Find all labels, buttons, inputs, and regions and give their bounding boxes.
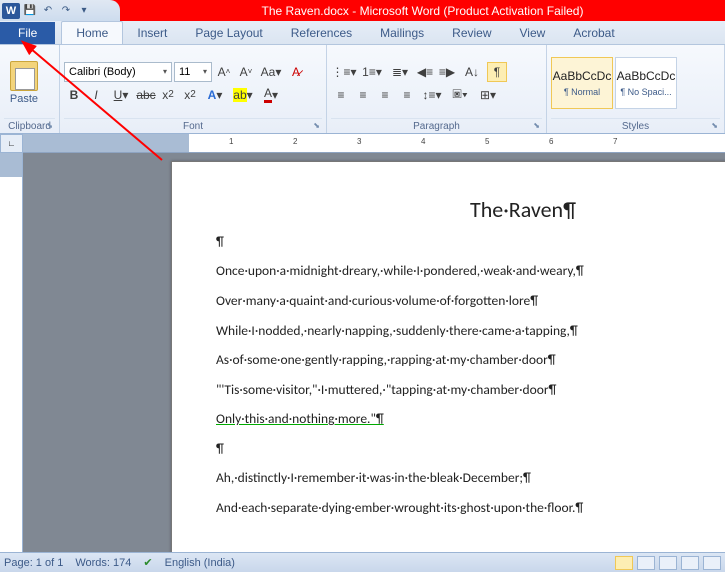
decrease-indent-button[interactable]: ◀≡ bbox=[415, 62, 435, 82]
qat-customize-icon[interactable]: ▾ bbox=[76, 3, 92, 19]
group-paragraph: ⋮≡▾ 1≡▾ ≣▾ ◀≡ ≡▶ A↓ ¶ ≡ ≡ ≡ ≡ ↕≡▾ 🞖▾ ⊞▾ bbox=[327, 45, 547, 133]
document-title: The·Raven¶ bbox=[216, 194, 725, 226]
save-icon[interactable]: 💾 bbox=[22, 3, 38, 19]
chevron-down-icon: ▾ bbox=[163, 67, 167, 76]
page[interactable]: The·Raven¶ ¶ Once·upon·a·midnight·dreary… bbox=[171, 161, 725, 552]
show-hide-marks-button[interactable]: ¶ bbox=[487, 62, 507, 82]
document-line: While·I·nodded,·nearly·napping,·suddenly… bbox=[216, 321, 725, 341]
group-label-paragraph: Paragraph bbox=[331, 118, 542, 133]
view-fullscreen-button[interactable] bbox=[637, 556, 655, 570]
group-font: Calibri (Body)▾ 11▾ A˄ A˅ Aa▾ A̷ B I U▾ … bbox=[60, 45, 327, 133]
horizontal-ruler-row: ∟ 1 2 3 4 5 6 7 bbox=[0, 134, 725, 153]
view-web-button[interactable] bbox=[659, 556, 677, 570]
numbering-button[interactable]: 1≡▾ bbox=[359, 62, 385, 82]
tab-selector[interactable]: ∟ bbox=[0, 134, 23, 153]
group-label-clipboard: Clipboard bbox=[4, 118, 55, 133]
underline-button[interactable]: U▾ bbox=[108, 85, 134, 105]
view-outline-button[interactable] bbox=[681, 556, 699, 570]
line-spacing-button[interactable]: ↕≡▾ bbox=[419, 85, 445, 105]
paste-icon bbox=[10, 61, 38, 91]
multilevel-list-button[interactable]: ≣▾ bbox=[387, 62, 413, 82]
status-bar: Page: 1 of 1 Words: 174 ✔ English (India… bbox=[0, 552, 725, 572]
style-nospacing[interactable]: AaBbCcDc ¶ No Spaci... bbox=[615, 57, 677, 109]
shrink-font-button[interactable]: A˅ bbox=[236, 62, 256, 82]
italic-button[interactable]: I bbox=[86, 85, 106, 105]
justify-button[interactable]: ≡ bbox=[397, 85, 417, 105]
clear-formatting-button[interactable]: A̷ bbox=[286, 62, 306, 82]
view-print-layout-button[interactable] bbox=[615, 556, 633, 570]
subscript-button[interactable]: x2 bbox=[158, 85, 178, 105]
document-line: Ah,·distinctly·I·remember·it·was·in·the·… bbox=[216, 468, 725, 488]
tab-file[interactable]: File bbox=[0, 22, 55, 44]
ribbon-tabs: File Home Insert Page Layout References … bbox=[0, 21, 725, 45]
borders-button[interactable]: ⊞▾ bbox=[475, 85, 501, 105]
font-size-combo[interactable]: 11▾ bbox=[174, 62, 212, 82]
font-color-button[interactable]: A▾ bbox=[258, 85, 284, 105]
window-title: The Raven.docx - Microsoft Word (Product… bbox=[120, 4, 725, 18]
group-clipboard: Paste Clipboard bbox=[0, 45, 60, 133]
document-line: Once·upon·a·midnight·dreary,·while·I·pon… bbox=[216, 261, 725, 281]
tab-references[interactable]: References bbox=[277, 22, 366, 44]
document-line: "'Tis·some·visitor,"·I·muttered,·"tappin… bbox=[216, 380, 725, 400]
word-app-icon[interactable]: W bbox=[2, 3, 20, 19]
document-line: Only·this·and·nothing·more."¶ bbox=[216, 409, 725, 429]
tab-pagelayout[interactable]: Page Layout bbox=[181, 22, 276, 44]
tab-insert[interactable]: Insert bbox=[123, 22, 181, 44]
document-viewport[interactable]: The·Raven¶ ¶ Once·upon·a·midnight·dreary… bbox=[23, 153, 725, 552]
align-left-button[interactable]: ≡ bbox=[331, 85, 351, 105]
group-label-font: Font bbox=[64, 118, 322, 133]
paste-label: Paste bbox=[10, 93, 38, 105]
tab-home[interactable]: Home bbox=[61, 21, 123, 44]
tab-acrobat[interactable]: Acrobat bbox=[559, 22, 628, 44]
tab-review[interactable]: Review bbox=[438, 22, 505, 44]
status-page[interactable]: Page: 1 of 1 bbox=[4, 557, 63, 569]
quick-access-toolbar: W 💾 ↶ ↷ ▾ bbox=[0, 0, 120, 21]
document-line: Over·many·a·quaint·and·curious·volume·of… bbox=[216, 291, 725, 311]
text-effects-button[interactable]: A▾ bbox=[202, 85, 228, 105]
increase-indent-button[interactable]: ≡▶ bbox=[437, 62, 457, 82]
paste-button[interactable]: Paste bbox=[4, 61, 44, 105]
group-styles: AaBbCcDc ¶ Normal AaBbCcDc ¶ No Spaci...… bbox=[547, 45, 725, 133]
ribbon: Paste Clipboard Calibri (Body)▾ 11▾ A˄ A… bbox=[0, 45, 725, 134]
bold-button[interactable]: B bbox=[64, 85, 84, 105]
group-label-styles: Styles bbox=[551, 118, 720, 133]
document-line: And·each·separate·dying·ember·wrought·it… bbox=[216, 498, 725, 518]
horizontal-ruler[interactable]: 1 2 3 4 5 6 7 bbox=[173, 134, 725, 152]
align-right-button[interactable]: ≡ bbox=[375, 85, 395, 105]
document-line: ¶ bbox=[216, 232, 725, 252]
chevron-down-icon: ▾ bbox=[203, 67, 207, 76]
grow-font-button[interactable]: A˄ bbox=[214, 62, 234, 82]
sort-button[interactable]: A↓ bbox=[459, 62, 485, 82]
style-normal[interactable]: AaBbCcDc ¶ Normal bbox=[551, 57, 613, 109]
font-name-combo[interactable]: Calibri (Body)▾ bbox=[64, 62, 172, 82]
status-language[interactable]: English (India) bbox=[165, 557, 235, 569]
bullets-button[interactable]: ⋮≡▾ bbox=[331, 62, 357, 82]
highlight-button[interactable]: ab▾ bbox=[230, 85, 256, 105]
redo-icon[interactable]: ↷ bbox=[58, 3, 74, 19]
tab-mailings[interactable]: Mailings bbox=[366, 22, 438, 44]
change-case-button[interactable]: Aa▾ bbox=[258, 62, 284, 82]
status-words[interactable]: Words: 174 bbox=[75, 557, 131, 569]
superscript-button[interactable]: x2 bbox=[180, 85, 200, 105]
status-proofing-icon[interactable]: ✔ bbox=[143, 556, 152, 569]
title-bar: W 💾 ↶ ↷ ▾ The Raven.docx - Microsoft Wor… bbox=[0, 0, 725, 21]
undo-icon[interactable]: ↶ bbox=[40, 3, 56, 19]
shading-button[interactable]: 🞖▾ bbox=[447, 85, 473, 105]
document-line: ¶ bbox=[216, 439, 725, 459]
strikethrough-button[interactable]: abc bbox=[136, 85, 156, 105]
document-line: As·of·some·one·gently·rapping,·rapping·a… bbox=[216, 350, 725, 370]
align-center-button[interactable]: ≡ bbox=[353, 85, 373, 105]
document-area: The·Raven¶ ¶ Once·upon·a·midnight·dreary… bbox=[0, 153, 725, 552]
vertical-ruler[interactable] bbox=[0, 153, 23, 552]
view-draft-button[interactable] bbox=[703, 556, 721, 570]
tab-view[interactable]: View bbox=[506, 22, 560, 44]
